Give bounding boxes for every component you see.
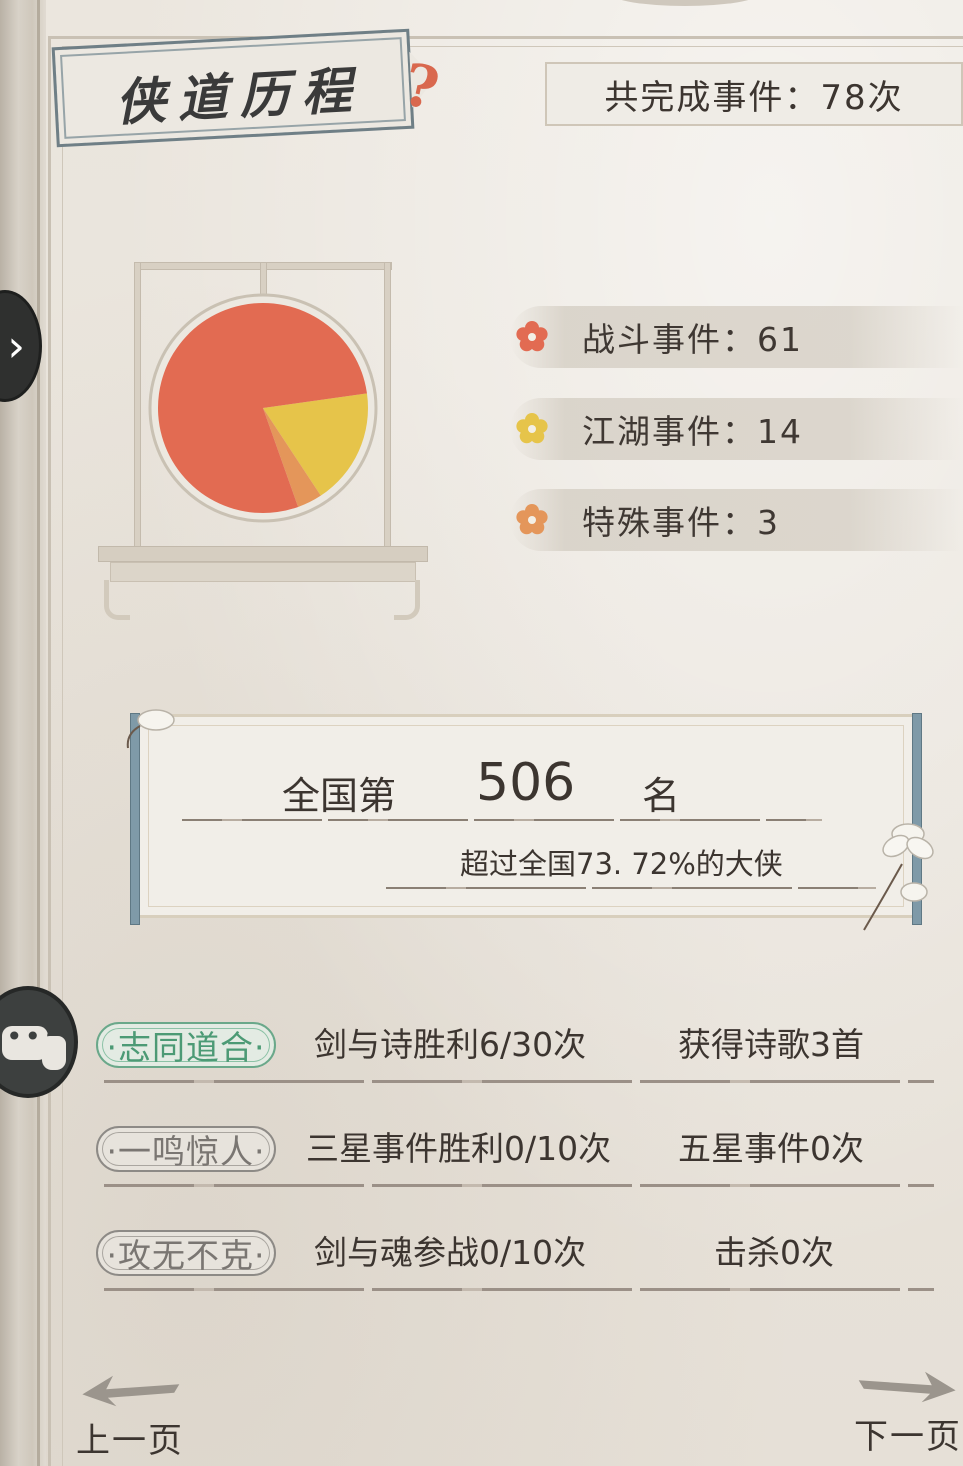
- achievement-condition: 剑与魂参战0/10次: [314, 1233, 587, 1272]
- pie-stand: [98, 262, 428, 622]
- legend-label: 江湖事件：14: [582, 412, 803, 451]
- legend-item: 战斗事件：61: [510, 306, 963, 368]
- stand-leg-left: [104, 580, 130, 620]
- chevron-right-icon: ›: [7, 321, 25, 372]
- legend-label: 战斗事件：61: [582, 320, 803, 359]
- achievement-row: ·志同道合· 剑与诗胜利6/30次 获得诗歌3首: [0, 1022, 963, 1122]
- magnolia-bud-icon: [126, 709, 175, 749]
- stand-post-left: [134, 262, 141, 552]
- achievement-condition: 剑与诗胜利6/30次: [314, 1025, 587, 1064]
- stand-post-right: [384, 262, 391, 552]
- ink-divider: [104, 1288, 934, 1291]
- arrow-right-icon: [858, 1371, 956, 1403]
- ink-divider: [182, 819, 822, 821]
- flower-icon: [516, 504, 548, 535]
- achievement-tag[interactable]: ·攻无不克·: [96, 1230, 276, 1276]
- stand-base-lower: [110, 562, 416, 582]
- next-page-label: 下一页: [854, 1417, 962, 1457]
- achievement-row: ·攻无不克· 剑与魂参战0/10次 击杀0次: [0, 1230, 963, 1330]
- legend-item: 江湖事件：14: [510, 398, 963, 460]
- magnolia-flower-icon: [863, 823, 934, 931]
- pie-slices: [158, 302, 369, 513]
- ink-divider: [104, 1080, 934, 1083]
- prev-page-button[interactable]: 上一页: [70, 1364, 210, 1464]
- rank-prefix: 全国第: [282, 774, 397, 818]
- rank-description: 超过全国73. 72%的大侠: [460, 847, 783, 881]
- achievement-reward: 五星事件0次: [678, 1129, 864, 1168]
- achievement-tag[interactable]: ·志同道合·: [96, 1022, 276, 1068]
- total-events-label: 共完成事件：78次: [604, 77, 904, 118]
- rank-scroll: 全国第 506 名 超过全国73. 72%的大侠: [130, 713, 922, 925]
- achievement-reward: 获得诗歌3首: [678, 1025, 864, 1064]
- event-pie-chart: [148, 293, 378, 523]
- arrow-left-icon: [82, 1375, 180, 1407]
- flower-icon: [516, 413, 548, 444]
- rank-number: 506: [476, 753, 576, 813]
- total-events-box: 共完成事件：78次: [545, 62, 963, 126]
- stand-base: [98, 546, 428, 562]
- achievement-condition: 三星事件胜利0/10次: [306, 1129, 612, 1168]
- ink-divider: [386, 887, 876, 889]
- stand-leg-right: [394, 580, 420, 620]
- ink-divider: [104, 1184, 934, 1187]
- legend-label: 特殊事件：3: [582, 503, 780, 542]
- title-banner: 侠道历程: [51, 28, 415, 148]
- prev-page-label: 上一页: [76, 1421, 184, 1461]
- legend-item: 特殊事件：3: [510, 489, 963, 551]
- rank-suffix: 名: [642, 774, 681, 818]
- next-page-button[interactable]: 下一页: [832, 1360, 963, 1460]
- achievement-tag[interactable]: ·一鸣惊人·: [96, 1126, 276, 1172]
- achievement-row: ·一鸣惊人· 三星事件胜利0/10次 五星事件0次: [0, 1126, 963, 1226]
- achievement-reward: 击杀0次: [714, 1233, 834, 1272]
- page-title: 侠道历程: [114, 60, 365, 133]
- flower-icon: [516, 321, 548, 352]
